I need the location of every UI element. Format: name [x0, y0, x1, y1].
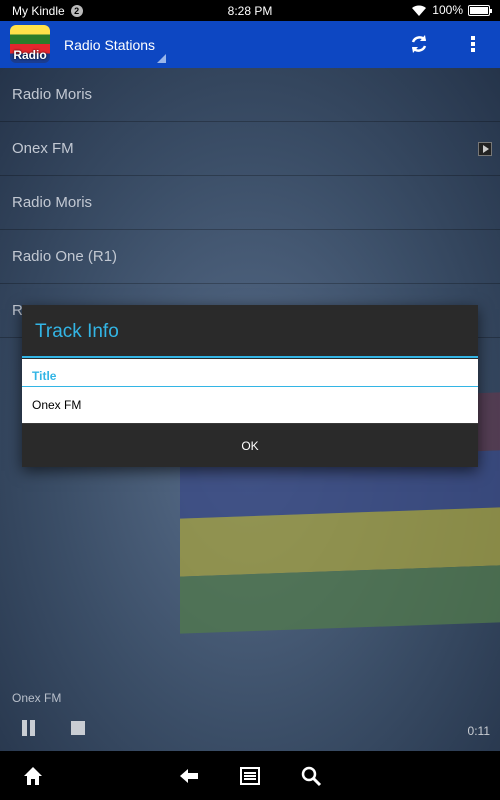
- menu-icon[interactable]: [239, 765, 261, 787]
- station-name: Onex FM: [12, 140, 74, 157]
- dialog-title: Track Info: [35, 321, 119, 342]
- list-item[interactable]: Radio Moris: [0, 176, 500, 230]
- search-icon[interactable]: [300, 765, 322, 787]
- refresh-icon[interactable]: [408, 33, 430, 55]
- ok-button[interactable]: OK: [22, 423, 478, 467]
- nav-bar: [0, 751, 500, 800]
- stop-icon[interactable]: [71, 721, 85, 735]
- play-icon[interactable]: [478, 142, 492, 156]
- station-name: Radio Moris: [12, 194, 93, 211]
- field-value-row: Onex FM: [22, 387, 478, 423]
- status-bar: My Kindle 2 8:28 PM 100%: [0, 0, 500, 21]
- now-playing-label: Onex FM: [12, 691, 62, 705]
- app-icon[interactable]: Radio: [10, 25, 50, 63]
- field-label: Title: [32, 369, 57, 383]
- list-item[interactable]: Onex FM: [0, 122, 500, 176]
- station-spinner[interactable]: Radio Stations: [64, 37, 155, 53]
- list-item[interactable]: Radio One (R1): [0, 230, 500, 284]
- pause-icon[interactable]: [20, 720, 38, 736]
- battery-percent: 100%: [432, 3, 463, 17]
- track-info-dialog: Track Info Title Onex FM OK: [22, 305, 478, 467]
- station-name: Radio Moris: [12, 86, 93, 103]
- back-icon[interactable]: [178, 765, 200, 787]
- battery-icon: [468, 4, 492, 16]
- wifi-icon: [412, 4, 427, 16]
- elapsed-time: 0:11: [467, 724, 490, 738]
- list-item[interactable]: Radio Moris: [0, 68, 500, 122]
- app-icon-label: Radio: [13, 48, 47, 62]
- action-bar: Radio Radio Stations: [0, 21, 500, 68]
- field-header: Title: [22, 359, 478, 387]
- dialog-title-divider: [22, 356, 478, 358]
- status-right: 100%: [411, 3, 492, 17]
- overflow-menu-icon[interactable]: [466, 33, 480, 55]
- home-icon[interactable]: [22, 765, 44, 787]
- spinner-arrow-icon: [157, 54, 166, 63]
- field-value: Onex FM: [32, 398, 82, 412]
- station-name: Radio One (R1): [12, 248, 118, 265]
